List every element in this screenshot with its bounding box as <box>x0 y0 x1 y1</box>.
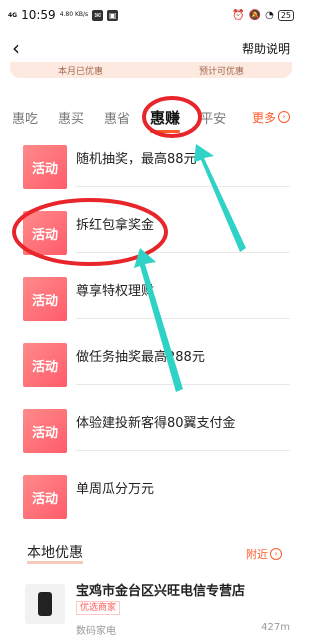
activity-item[interactable]: 活动 单周瓜分万元 <box>0 470 302 536</box>
message-icon: ✉ <box>92 9 104 21</box>
activity-title: 单周瓜分万元 <box>76 482 155 497</box>
store-badge: 优选商家 <box>76 601 121 615</box>
activity-item[interactable]: 活动 拆红包拿奖金 <box>0 206 302 272</box>
activity-badge: 活动 <box>23 475 67 519</box>
signal-indicator: 4G <box>8 11 18 19</box>
battery-indicator: 25 <box>277 9 294 21</box>
net-speed: 4.80 KB/s <box>59 11 89 18</box>
more-button[interactable]: 更多 › <box>252 109 290 126</box>
store-card[interactable]: 宝鸡市金台区兴旺电信专营店 优选商家 数码家电 427m <box>0 574 302 637</box>
more-label: 更多 <box>251 110 276 125</box>
store-category: 数码家电 <box>76 626 116 637</box>
activity-title: 随机抽奖，最高88元 <box>76 152 197 167</box>
chevron-right-icon: › <box>278 111 290 123</box>
tab-ping-an[interactable]: 平安 <box>200 108 226 127</box>
activity-item[interactable]: 活动 体验建投新客得80翼支付金 <box>0 404 302 470</box>
divider <box>76 186 290 187</box>
wifi-icon: ◔ <box>265 9 274 21</box>
nearby-label: 附近 <box>246 548 268 561</box>
nearby-button[interactable]: 附近 › <box>246 546 282 562</box>
top-nav: ‹ 帮助说明 <box>0 30 302 66</box>
app-icon: ▣ <box>107 9 119 21</box>
activity-item[interactable]: 活动 尊享特权理财 <box>0 272 302 338</box>
store-distance: 427m <box>261 622 290 633</box>
silent-icon: 🔕 <box>248 9 262 21</box>
local-deals-title: 本地优惠 <box>27 545 83 564</box>
status-time: 10:59 <box>21 8 56 22</box>
activity-badge: 活动 <box>23 211 67 255</box>
help-link[interactable]: 帮助说明 <box>242 40 290 57</box>
tab-hui-mai[interactable]: 惠买 <box>58 108 84 127</box>
divider <box>76 252 290 253</box>
store-thumbnail <box>25 584 65 624</box>
category-tabs: 惠吃 惠买 惠省 惠赚 平安 更多 › <box>0 100 302 134</box>
activity-badge: 活动 <box>23 409 67 453</box>
divider <box>76 384 290 385</box>
back-arrow-icon[interactable]: ‹ <box>12 38 20 58</box>
alarm-icon: ⏰ <box>232 9 245 21</box>
savings-band: 本月已优惠 预计可优惠 <box>10 62 292 78</box>
activity-title: 做任务抽奖最高288元 <box>76 350 205 365</box>
activity-item[interactable]: 活动 随机抽奖，最高88元 <box>0 140 302 206</box>
divider <box>76 318 290 319</box>
activity-badge: 活动 <box>23 145 67 189</box>
divider <box>76 450 290 451</box>
activity-title: 拆红包拿奖金 <box>76 218 155 233</box>
activity-list: 活动 随机抽奖，最高88元 活动 拆红包拿奖金 活动 尊享特权理财 活动 做任务… <box>0 140 302 536</box>
estimated-savings-label: 预计可优惠 <box>198 66 244 77</box>
this-month-savings-label: 本月已优惠 <box>57 66 103 77</box>
activity-badge: 活动 <box>23 277 67 321</box>
tab-hui-zhuan[interactable]: 惠赚 <box>150 107 181 133</box>
chevron-right-icon: › <box>270 548 282 560</box>
activity-title: 尊享特权理财 <box>76 284 155 299</box>
activity-badge: 活动 <box>23 343 67 387</box>
activity-title: 体验建投新客得80翼支付金 <box>76 416 236 431</box>
tab-hui-chi[interactable]: 惠吃 <box>12 108 38 127</box>
status-bar: 4G 10:59 4.80 KB/s ✉ ▣ ⏰ 🔕 ◔ 25 <box>0 0 302 30</box>
tab-hui-sheng[interactable]: 惠省 <box>104 108 130 127</box>
store-name: 宝鸡市金台区兴旺电信专营店 <box>76 584 246 599</box>
activity-item[interactable]: 活动 做任务抽奖最高288元 <box>0 338 302 404</box>
local-deals-header: 本地优惠 附近 › <box>0 542 302 566</box>
